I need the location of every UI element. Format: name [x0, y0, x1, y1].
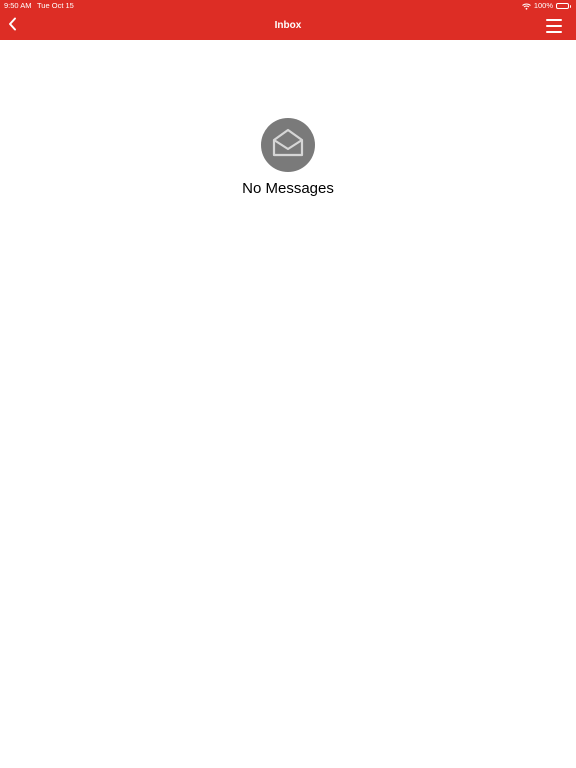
status-indicators: 100% — [521, 0, 571, 12]
empty-state-icon-circle — [261, 118, 315, 172]
battery-percentage: 100% — [533, 1, 553, 10]
inbox-screen: 9:50 AM Tue Oct 15 100% Inbox No Message… — [0, 0, 576, 768]
status-bar: 9:50 AM Tue Oct 15 100% — [0, 0, 576, 12]
hamburger-menu-icon — [546, 19, 562, 21]
status-time: 9:50 AM — [4, 1, 32, 10]
nav-bar: Inbox — [0, 12, 576, 40]
empty-state-message: No Messages — [242, 180, 334, 197]
open-envelope-icon — [271, 128, 305, 163]
menu-button[interactable] — [546, 18, 564, 34]
app-header: 9:50 AM Tue Oct 15 100% Inbox — [0, 0, 576, 40]
status-date: Tue Oct 15 — [37, 1, 74, 10]
empty-state: No Messages — [0, 118, 576, 197]
battery-icon — [556, 3, 571, 9]
page-title: Inbox — [274, 20, 302, 31]
wifi-icon — [521, 3, 531, 10]
